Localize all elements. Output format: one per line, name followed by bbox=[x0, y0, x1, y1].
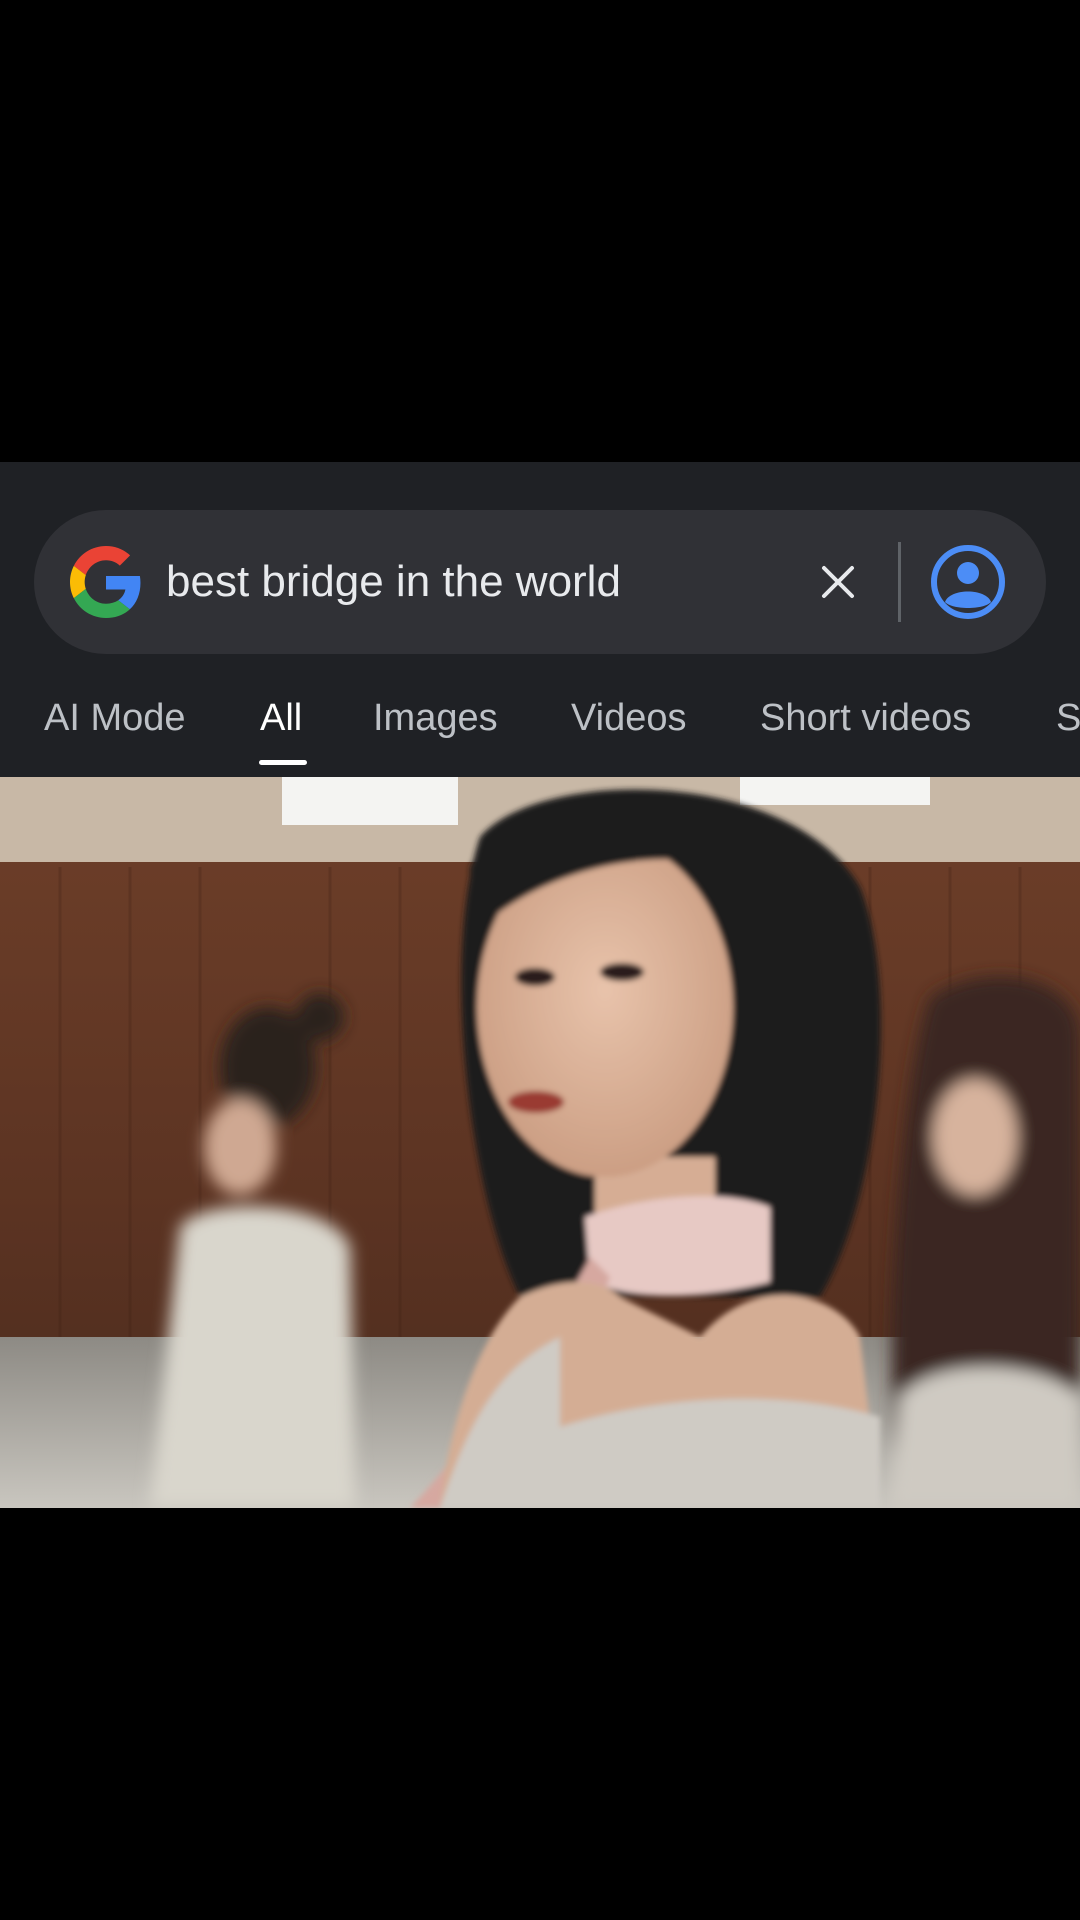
account-avatar-icon[interactable] bbox=[930, 544, 1006, 620]
tab-short-videos[interactable]: Short videos bbox=[760, 686, 971, 750]
top-letterbox bbox=[0, 0, 1080, 462]
google-logo-icon bbox=[70, 546, 141, 618]
clear-search-button[interactable] bbox=[804, 548, 872, 616]
search-divider bbox=[898, 542, 901, 622]
video-scene-image bbox=[0, 777, 1080, 1508]
video-frame[interactable] bbox=[0, 777, 1080, 1508]
tab-images[interactable]: Images bbox=[373, 686, 498, 750]
tab-ai-mode[interactable]: AI Mode bbox=[44, 686, 186, 750]
active-tab-indicator bbox=[259, 760, 307, 765]
search-tabs: AI Mode All Images Videos Short videos S bbox=[0, 686, 1080, 774]
tab-all[interactable]: All bbox=[260, 686, 302, 750]
search-input[interactable]: best bridge in the world bbox=[166, 554, 621, 610]
bottom-letterbox bbox=[0, 1508, 1080, 1920]
search-header: best bridge in the world AI Mode All Ima… bbox=[0, 462, 1080, 777]
close-icon bbox=[822, 566, 854, 598]
tab-more[interactable]: S bbox=[1056, 686, 1080, 750]
tab-videos[interactable]: Videos bbox=[571, 686, 687, 750]
search-bar[interactable]: best bridge in the world bbox=[34, 510, 1046, 654]
